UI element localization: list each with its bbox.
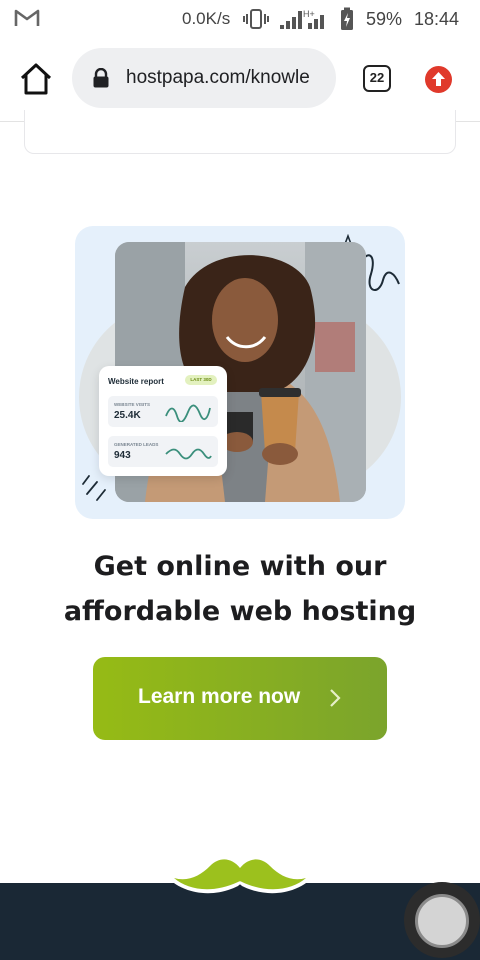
- battery-percent: 59%: [366, 9, 403, 29]
- assistive-touch-knob: [415, 894, 469, 948]
- learn-more-label: Learn more now: [138, 685, 301, 708]
- learn-more-button[interactable]: Learn more now: [93, 657, 387, 740]
- status-bar: 0.0K/s H+ 59% 18:44: [0, 0, 480, 38]
- report-title: Website report: [108, 377, 164, 386]
- address-bar[interactable]: hostpapa.com/knowle: [72, 48, 336, 108]
- stat-row: WEBSITE VISITS 25.4K: [108, 396, 218, 427]
- hostpapa-mustache-logo: [166, 855, 314, 894]
- assistive-touch-button[interactable]: [404, 882, 480, 958]
- url-text: hostpapa.com/knowle: [126, 67, 310, 88]
- signal-icon: H+: [278, 7, 330, 36]
- report-period-badge: LAST 30D: [185, 375, 217, 385]
- svg-text:H+: H+: [303, 9, 315, 19]
- lock-icon: [92, 67, 110, 93]
- stat-value: 943: [114, 450, 131, 461]
- gmail-icon: [14, 8, 40, 33]
- battery-icon: [338, 7, 356, 36]
- hero-illustration: Website report LAST 30D WEBSITE VISITS 2…: [75, 226, 405, 519]
- stat-label: WEBSITE VISITS: [114, 402, 151, 407]
- update-icon: [432, 72, 445, 86]
- headline-line-1: Get online with our: [93, 551, 387, 582]
- home-icon: [20, 63, 52, 95]
- stat-value: 25.4K: [114, 410, 141, 421]
- vibrate-icon: [242, 8, 270, 35]
- home-button[interactable]: [18, 62, 54, 96]
- network-speed: 0.0K/s: [182, 9, 231, 28]
- motion-lines-decoration: [82, 475, 106, 501]
- headline-line-2: affordable web hosting: [63, 596, 417, 627]
- stat-label: GENERATED LEADS: [114, 442, 159, 447]
- promo-headline: Get online with our affordable web hosti…: [40, 544, 440, 634]
- website-report-widget: Website report LAST 30D WEBSITE VISITS 2…: [99, 366, 227, 476]
- sparkline-icon: [165, 404, 211, 422]
- stat-row: GENERATED LEADS 943: [108, 436, 218, 467]
- sparkline-icon: [165, 448, 212, 460]
- clock: 18:44: [414, 9, 460, 29]
- chevron-right-icon: [329, 688, 341, 713]
- content-card: [24, 110, 456, 154]
- tab-switcher-button[interactable]: 22: [363, 65, 391, 92]
- update-button[interactable]: [425, 66, 452, 93]
